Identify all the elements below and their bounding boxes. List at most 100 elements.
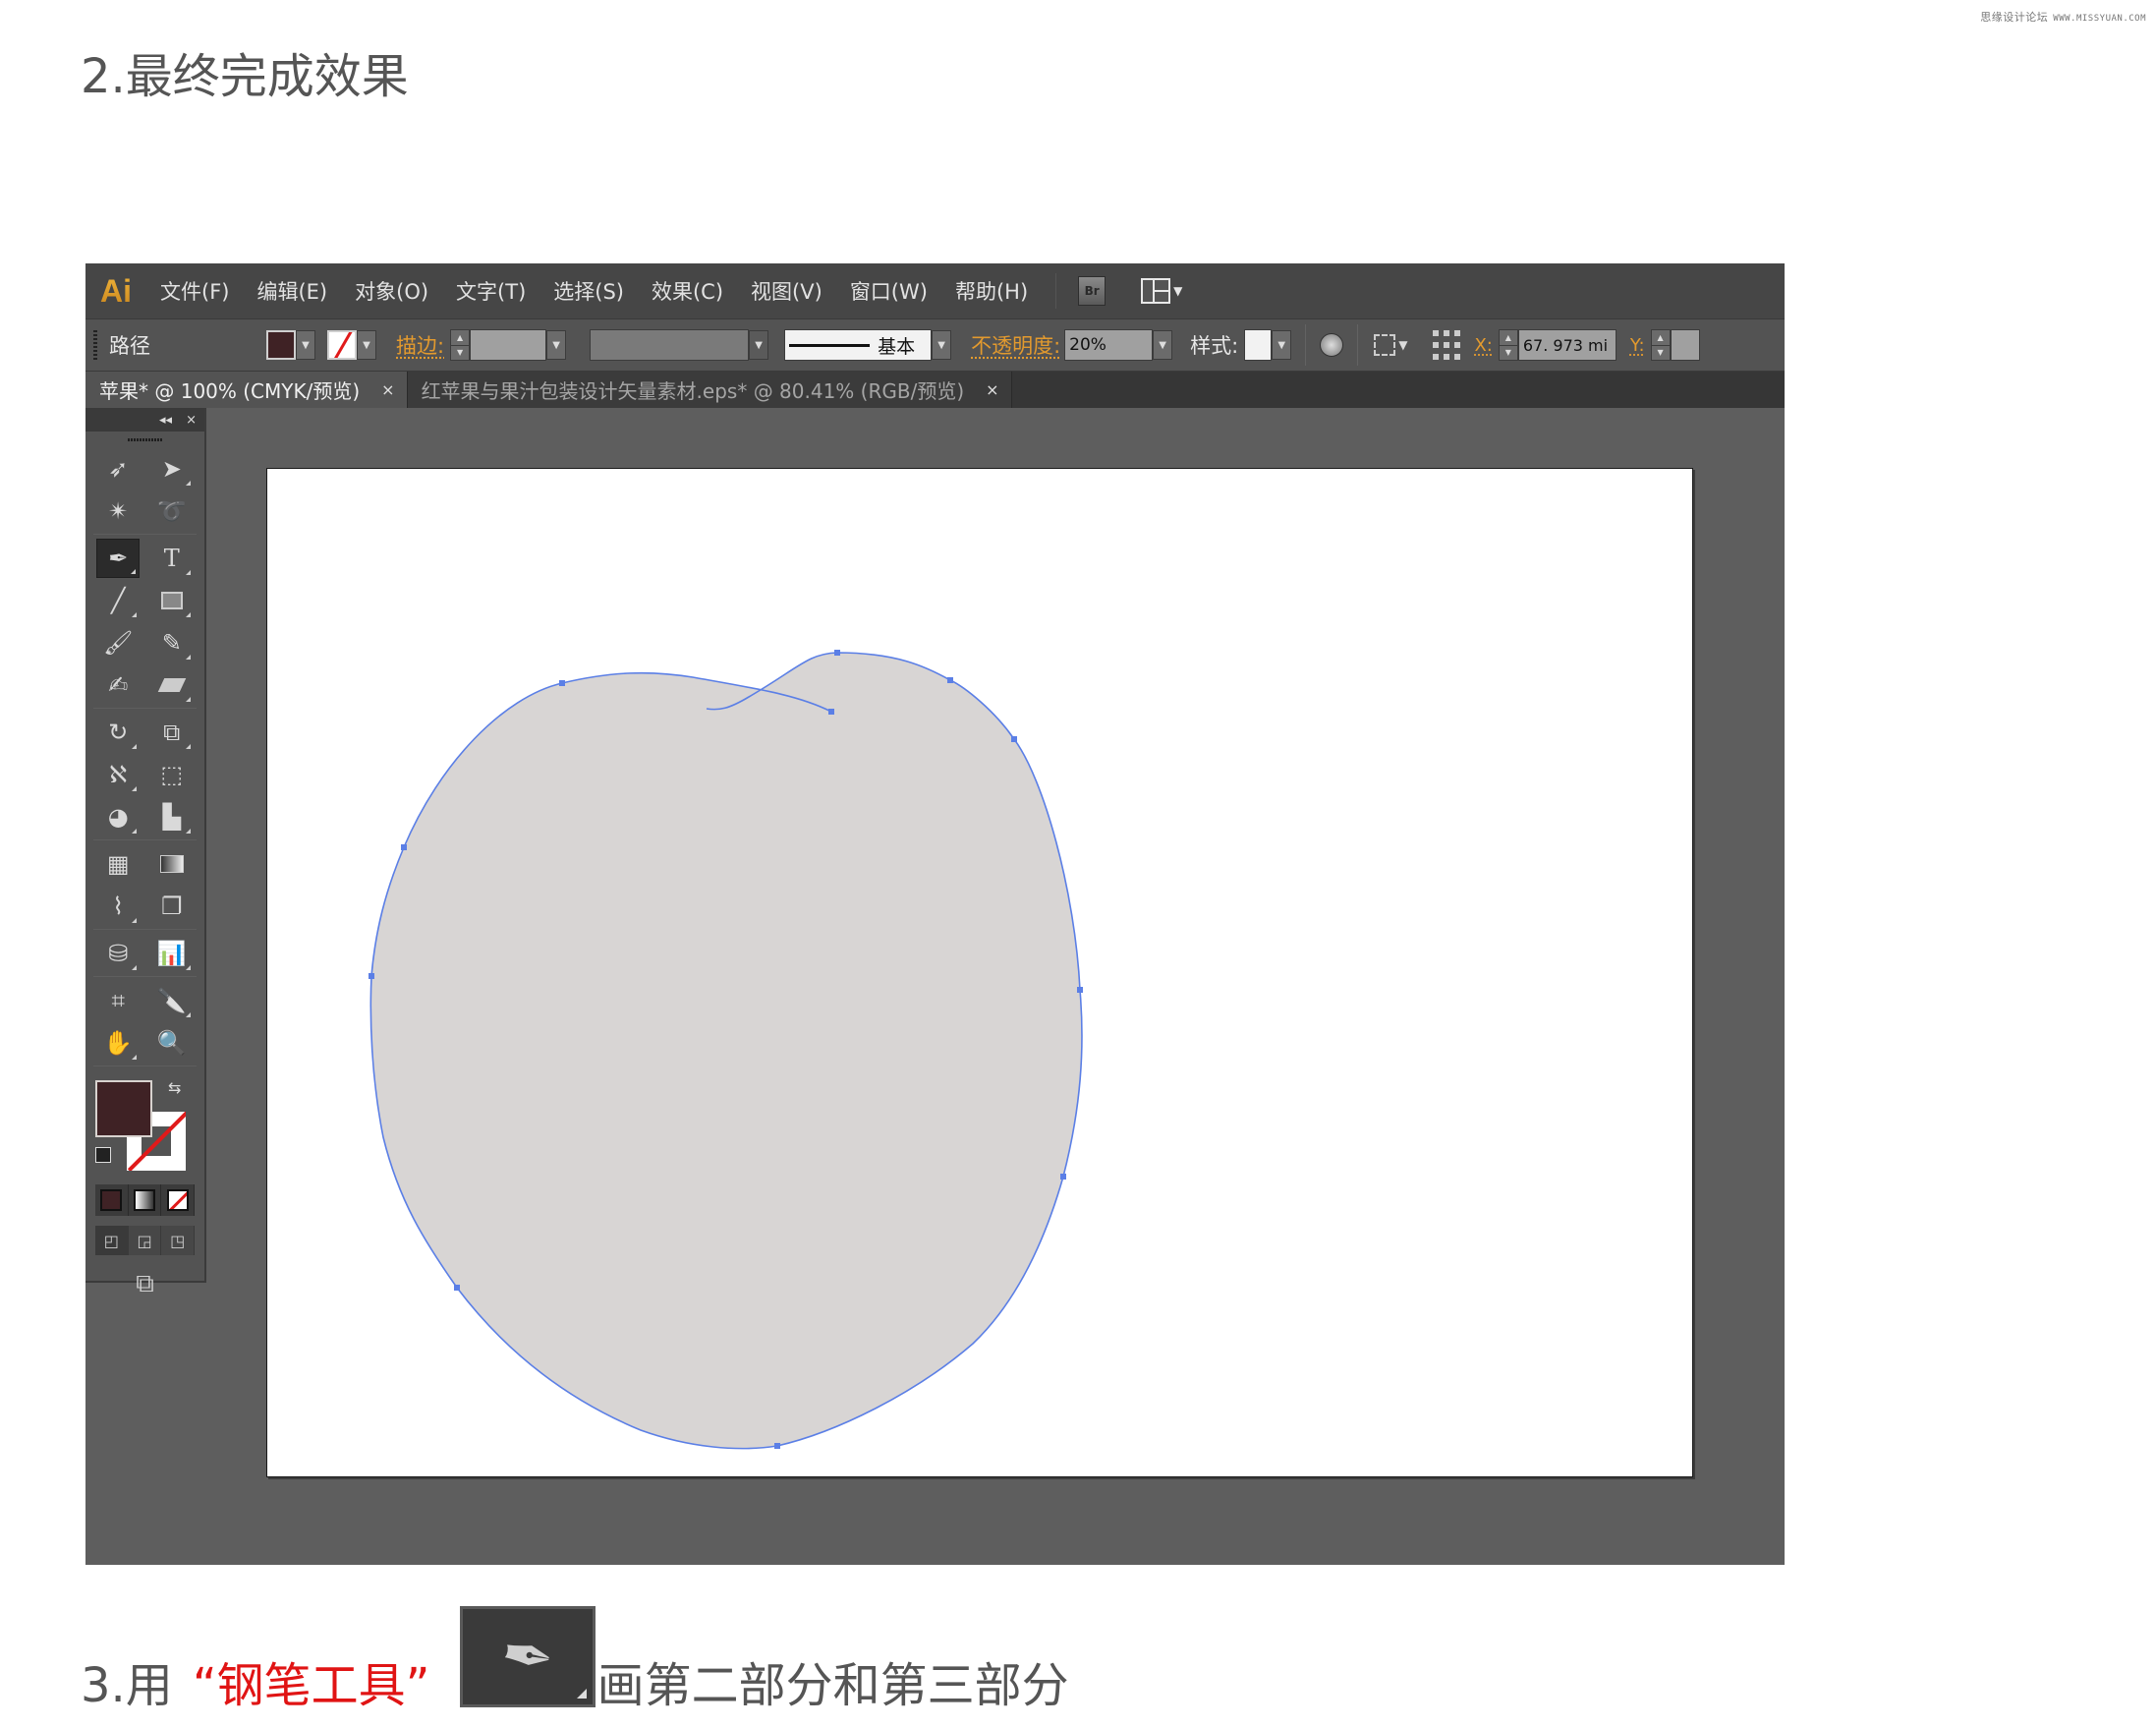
stroke-dropdown[interactable]: ▼ xyxy=(357,330,376,360)
pen-tool[interactable]: ✒ xyxy=(96,538,141,578)
stroke-weight-input[interactable] xyxy=(470,329,547,361)
document-tab-active[interactable]: 苹果* @ 100% (CMYK/预览) × xyxy=(85,372,408,408)
stroke-weight-dropdown[interactable]: ▼ xyxy=(546,330,567,360)
menu-edit[interactable]: 编辑(E) xyxy=(256,276,327,306)
fill-dropdown[interactable]: ▼ xyxy=(296,330,315,360)
document-tab[interactable]: 红苹果与果汁包装设计矢量素材.eps* @ 80.41% (RGB/预览) × xyxy=(407,372,1012,408)
opacity-label[interactable]: 不透明度: xyxy=(971,330,1060,360)
scale-tool[interactable]: ⧉ xyxy=(150,713,194,752)
menu-view[interactable]: 视图(V) xyxy=(751,276,823,306)
menu-select[interactable]: 选择(S) xyxy=(553,276,624,306)
x-stepper[interactable]: ▲ ▼ xyxy=(1498,329,1518,361)
rectangle-tool[interactable] xyxy=(150,581,194,620)
swap-fill-stroke-icon[interactable]: ⇆ xyxy=(168,1078,181,1097)
paintbrush-tool[interactable]: 🖌 xyxy=(96,623,140,662)
graphic-style-swatch[interactable] xyxy=(1244,329,1273,361)
pencil-tool[interactable]: ✎ xyxy=(150,623,194,662)
opacity-input[interactable]: 20% xyxy=(1064,329,1154,361)
artboard-tool[interactable]: ⌗ xyxy=(96,981,140,1020)
screen-mode-button[interactable]: ⧉ xyxy=(85,1269,204,1299)
isolate-group-button[interactable]: ▼ xyxy=(1374,334,1407,356)
anchor-point[interactable] xyxy=(774,1443,780,1449)
warp-tool[interactable]: ℵ xyxy=(96,755,140,794)
anchor-point[interactable] xyxy=(369,973,374,979)
y-input[interactable] xyxy=(1670,329,1700,361)
canvas-area[interactable] xyxy=(85,408,1785,1565)
anchor-point[interactable] xyxy=(947,677,953,683)
draw-inside-button[interactable]: ◳ xyxy=(161,1226,196,1255)
anchor-point[interactable] xyxy=(559,680,565,686)
blend-tool[interactable]: ❐ xyxy=(150,887,194,926)
eraser-tool[interactable] xyxy=(150,665,194,705)
collapse-panel-icon[interactable]: ◂◂ xyxy=(159,413,172,428)
variable-width-profile-select[interactable] xyxy=(590,329,750,361)
y-stepper[interactable]: ▲ ▼ xyxy=(1650,329,1671,361)
workspace-layout-button[interactable]: ▼ xyxy=(1141,278,1182,304)
fill-color-box[interactable] xyxy=(95,1080,152,1137)
free-transform-tool[interactable]: ⬚ xyxy=(150,755,194,794)
perspective-grid-tool[interactable]: ▙ xyxy=(150,797,194,836)
opacity-dropdown[interactable]: ▼ xyxy=(1153,330,1173,360)
rotate-tool[interactable]: ↻ xyxy=(96,713,140,752)
recolor-artwork-button[interactable] xyxy=(1320,333,1344,357)
anchor-point[interactable] xyxy=(828,709,834,715)
menu-object[interactable]: 对象(O) xyxy=(355,276,428,306)
hand-tool[interactable]: ✋ xyxy=(96,1023,140,1063)
anchor-point[interactable] xyxy=(454,1285,460,1291)
close-tab-icon[interactable]: × xyxy=(986,380,998,399)
mesh-tool[interactable]: ▦ xyxy=(96,844,140,884)
color-mode-button[interactable] xyxy=(95,1184,129,1216)
control-bar-grip[interactable] xyxy=(93,330,97,360)
blob-brush-tool[interactable]: ✍ xyxy=(96,665,140,705)
lasso-icon: ➰ xyxy=(156,496,187,525)
menu-window[interactable]: 窗口(W) xyxy=(850,276,928,306)
menu-help[interactable]: 帮助(H) xyxy=(955,276,1028,306)
control-bar: 路径 ▼ ▼ 描边: ▲ ▼ ▼ ▼ 基本 ▼ 不透明度: 20% ▼ 样式: ▼… xyxy=(85,319,1785,372)
anchor-point[interactable] xyxy=(1060,1174,1066,1180)
tools-panel-grip[interactable] xyxy=(85,432,204,447)
stroke-weight-stepper[interactable]: ▲ ▼ xyxy=(450,329,471,361)
default-fill-stroke-icon[interactable] xyxy=(95,1147,111,1163)
artboard[interactable] xyxy=(266,468,1693,1477)
magic-wand-tool[interactable]: ✴ xyxy=(96,491,140,531)
draw-normal-button[interactable]: ◰ xyxy=(95,1226,129,1255)
symbol-sprayer-tool[interactable]: ⛁ xyxy=(96,934,140,973)
menu-effect[interactable]: 效果(C) xyxy=(652,276,723,306)
anchor-point[interactable] xyxy=(834,650,840,656)
anchor-point[interactable] xyxy=(1077,987,1083,993)
slice-tool[interactable]: 🔪 xyxy=(150,981,194,1020)
direct-selection-tool[interactable]: ➤ xyxy=(150,449,194,489)
brush-dropdown[interactable]: ▼ xyxy=(932,330,952,360)
stroke-weight-label[interactable]: 描边: xyxy=(396,330,444,360)
zoom-tool[interactable]: 🔍 xyxy=(150,1023,194,1063)
stroke-swatch[interactable] xyxy=(327,330,357,360)
y-label[interactable]: Y: xyxy=(1630,335,1645,356)
none-mode-button[interactable] xyxy=(161,1184,196,1216)
watermark: 思缘设计论坛 WWW.MISSYUAN.COM xyxy=(1980,9,2146,25)
bridge-button[interactable]: Br xyxy=(1078,276,1106,306)
menu-type[interactable]: 文字(T) xyxy=(456,276,526,306)
close-tab-icon[interactable]: × xyxy=(381,380,394,399)
x-input[interactable]: 67. 973 mi xyxy=(1517,329,1617,361)
menu-file[interactable]: 文件(F) xyxy=(160,276,229,306)
selection-tool[interactable]: ➶ xyxy=(96,449,140,489)
brush-definition-select[interactable]: 基本 xyxy=(784,329,933,361)
variable-width-dropdown[interactable]: ▼ xyxy=(749,330,769,360)
close-panel-icon[interactable]: × xyxy=(186,413,197,428)
type-tool[interactable]: T xyxy=(150,539,194,578)
gradient-mode-button[interactable] xyxy=(129,1184,162,1216)
x-label[interactable]: X: xyxy=(1474,335,1492,356)
apple-shape-path[interactable] xyxy=(369,652,1083,1450)
graphic-style-dropdown[interactable]: ▼ xyxy=(1272,330,1292,360)
eyedropper-tool[interactable]: ⌇ xyxy=(96,887,140,926)
lasso-tool[interactable]: ➰ xyxy=(150,491,194,531)
draw-behind-button[interactable]: ◲ xyxy=(129,1226,162,1255)
reference-point-button[interactable] xyxy=(1433,330,1461,360)
shape-builder-tool[interactable]: ◕ xyxy=(96,797,140,836)
column-graph-tool[interactable]: 📊 xyxy=(150,934,194,973)
gradient-tool[interactable] xyxy=(150,844,194,884)
anchor-point[interactable] xyxy=(1011,736,1017,742)
fill-swatch[interactable] xyxy=(266,330,296,360)
anchor-point[interactable] xyxy=(401,844,407,850)
line-segment-tool[interactable]: ╱ xyxy=(96,581,140,620)
